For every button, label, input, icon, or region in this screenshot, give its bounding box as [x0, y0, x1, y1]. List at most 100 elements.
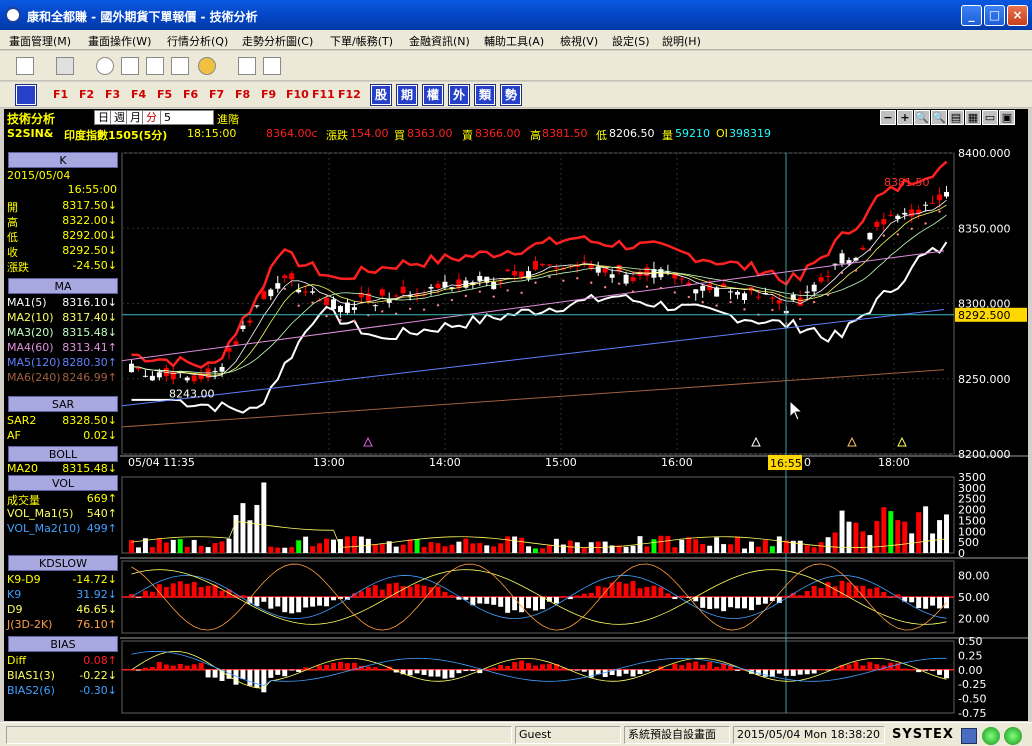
- bias-histogram-bar: [372, 667, 378, 670]
- kd-histogram-bar: [588, 592, 594, 597]
- bias-histogram-bar: [331, 662, 336, 670]
- minimize-button[interactable]: _: [961, 5, 982, 26]
- close-button[interactable]: ×: [1007, 5, 1028, 26]
- volume-bar: [686, 537, 692, 553]
- fkey-f8[interactable]: F8: [235, 88, 250, 101]
- network-icon[interactable]: [961, 728, 977, 744]
- volume-bar: [358, 536, 364, 553]
- sar-dot: [506, 289, 509, 292]
- app-home-icon[interactable]: [15, 84, 37, 106]
- maximize-button[interactable]: □: [984, 5, 1005, 26]
- bias-histogram-bar: [149, 666, 155, 670]
- time-tick-label: 05/04 11:35: [128, 456, 195, 469]
- fkey-f9[interactable]: F9: [261, 88, 276, 101]
- current-price-label: 8292.500: [958, 309, 1011, 322]
- trend-button[interactable]: 勢: [500, 84, 522, 106]
- bias-histogram-bar: [860, 665, 866, 670]
- volume-bar: [895, 520, 901, 553]
- k-time-value: 16:55:00: [67, 183, 117, 196]
- fkey-f1[interactable]: F1: [53, 88, 68, 101]
- fkey-f4[interactable]: F4: [131, 88, 146, 101]
- low-price-label: 8243.00: [169, 387, 215, 400]
- kd-histogram-bar: [526, 597, 532, 609]
- grid-icon[interactable]: [146, 57, 164, 75]
- sar-dot: [938, 210, 941, 213]
- menu-quote-analysis[interactable]: 行情分析(Q): [167, 33, 228, 49]
- bias-section-head[interactable]: BIAS: [8, 636, 118, 652]
- candle-body: [881, 219, 887, 225]
- kd-histogram-bar: [595, 586, 601, 597]
- kd-section-head[interactable]: KDSLOW: [8, 555, 118, 571]
- candle-body: [644, 267, 650, 277]
- volume-bar: [721, 544, 727, 553]
- fkey-f12[interactable]: F12: [338, 88, 361, 101]
- split-icon[interactable]: [171, 57, 189, 75]
- menu-order-account[interactable]: 下單/帳務(T): [330, 33, 393, 49]
- futures-button[interactable]: 期: [396, 84, 418, 106]
- kd-histogram-bar: [275, 597, 281, 607]
- kd-histogram-bar: [714, 597, 720, 609]
- candle-body: [261, 291, 267, 299]
- fkey-f5[interactable]: F5: [157, 88, 172, 101]
- boll-section-head[interactable]: BOLL: [8, 446, 118, 462]
- candle-body: [797, 297, 803, 306]
- kd-histogram-bar: [748, 597, 754, 611]
- fkey-f6[interactable]: F6: [183, 88, 198, 101]
- k-time: 16:55:00: [7, 183, 119, 197]
- monitor-icon[interactable]: [56, 57, 74, 75]
- volume-bar: [769, 546, 775, 553]
- menu-screen-operate[interactable]: 畫面操作(W): [88, 33, 151, 49]
- main-toolbar: [0, 51, 1032, 81]
- layout-icon[interactable]: [16, 57, 34, 75]
- options-button[interactable]: 權: [422, 84, 444, 106]
- category-button[interactable]: 類: [474, 84, 496, 106]
- fkey-f2[interactable]: F2: [79, 88, 94, 101]
- bias-histogram-bar: [240, 669, 246, 680]
- ma4-row: MA4(60) 8313.41↑: [7, 341, 119, 355]
- menu-help[interactable]: 說明(H): [662, 33, 701, 49]
- menu-settings[interactable]: 設定(S): [612, 33, 650, 49]
- title-bar[interactable]: 康和全都賺 - 國外期貨下單報價 - 技術分析 _ □ ×: [0, 0, 1032, 30]
- kd-histogram-bar: [149, 591, 155, 597]
- image-icon[interactable]: [263, 57, 281, 75]
- fkey-f10[interactable]: F10: [286, 88, 309, 101]
- fkey-f3[interactable]: F3: [105, 88, 120, 101]
- kd-histogram-bar: [762, 597, 768, 604]
- k-section-head[interactable]: K: [8, 152, 118, 168]
- menu-financial-info[interactable]: 金融資訊(N): [409, 33, 470, 49]
- volume-bar: [672, 547, 678, 553]
- j-value: 76.10↑: [76, 618, 117, 631]
- bias-tick-label: -0.25: [958, 678, 986, 691]
- close-window-icon[interactable]: [121, 57, 139, 75]
- menu-tools[interactable]: 輔助工具(A): [484, 33, 544, 49]
- menu-trend-chart[interactable]: 走勢分析圖(C): [242, 33, 313, 49]
- bias-histogram-bar: [177, 663, 183, 670]
- ma-section-head[interactable]: MA: [8, 278, 118, 294]
- stock-button[interactable]: 股: [370, 84, 392, 106]
- kd-histogram-bar: [902, 597, 908, 602]
- volume-bar: [184, 546, 190, 553]
- kd-histogram-bar: [616, 581, 622, 597]
- candle-body: [679, 278, 685, 280]
- menu-screen-manage[interactable]: 畫面管理(M): [9, 33, 71, 49]
- foreign-button[interactable]: 外: [448, 84, 470, 106]
- chart-plot-area[interactable]: 8400.0008350.0008300.0008250.0008200.000…: [4, 109, 1028, 721]
- menu-view[interactable]: 檢視(V): [560, 33, 598, 49]
- af-label: AF: [7, 429, 21, 442]
- candle-body: [247, 320, 253, 323]
- edit-icon[interactable]: [238, 57, 256, 75]
- kd-tick-label: 80.00: [958, 569, 990, 582]
- candle-body: [331, 299, 336, 309]
- volume-bar: [435, 543, 441, 553]
- search-icon[interactable]: [96, 57, 114, 75]
- fkey-f7[interactable]: F7: [209, 88, 224, 101]
- price-tick-label: 8400.000: [958, 147, 1011, 160]
- sar-section-head[interactable]: SAR: [8, 396, 118, 412]
- vol-section-head[interactable]: VOL: [8, 475, 118, 491]
- sar2-row: SAR2 8328.50↓: [7, 414, 119, 428]
- globe-icon[interactable]: [198, 57, 216, 75]
- ma1-row: MA1(5) 8316.10↓: [7, 296, 119, 310]
- candle-body: [435, 283, 441, 288]
- volume-bar: [310, 546, 316, 553]
- fkey-f11[interactable]: F11: [312, 88, 335, 101]
